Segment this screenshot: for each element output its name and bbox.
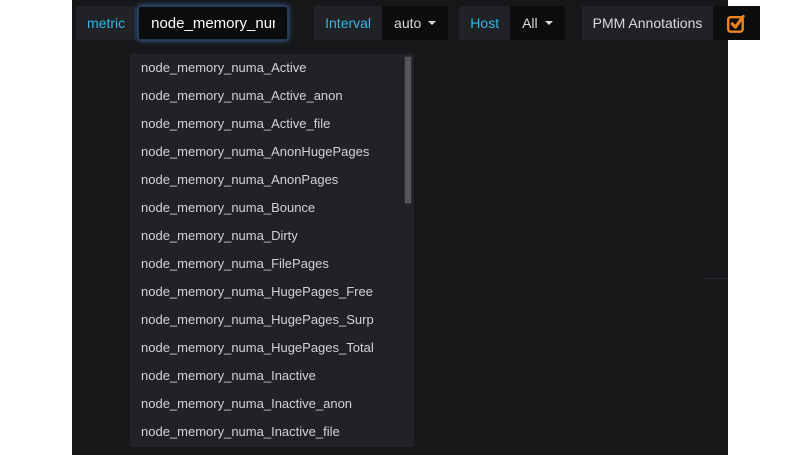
metric-suggestion-list: node_memory_numa_Active node_memory_numa… xyxy=(130,54,414,446)
metric-variable-group: metric xyxy=(76,6,288,40)
chevron-down-icon xyxy=(545,21,553,25)
metric-autocomplete-dropdown: node_memory_numa_Active node_memory_numa… xyxy=(130,54,414,447)
metric-suggestion-item[interactable]: node_memory_numa_FilePages xyxy=(130,250,414,278)
interval-label: Interval xyxy=(314,6,382,40)
metric-suggestion-item[interactable]: node_memory_numa_Dirty xyxy=(130,222,414,250)
metric-suggestion-item[interactable]: node_memory_numa_AnonPages xyxy=(130,166,414,194)
metric-suggestion-item[interactable]: node_memory_numa_HugePages_Free xyxy=(130,278,414,306)
interval-value: auto xyxy=(394,15,421,31)
metric-suggestion-item[interactable]: node_memory_numa_AnonHugePages xyxy=(130,138,414,166)
host-value: All xyxy=(522,15,538,31)
host-select[interactable]: All xyxy=(510,6,565,40)
metric-suggestion-item[interactable]: node_memory_numa_Active_file xyxy=(130,110,414,138)
metric-label: metric xyxy=(76,6,136,40)
metric-suggestion-item[interactable]: node_memory_numa_Active xyxy=(130,54,414,82)
host-label: Host xyxy=(459,6,510,40)
chevron-down-icon xyxy=(428,21,436,25)
metric-suggestion-item[interactable]: node_memory_numa_Inactive_anon xyxy=(130,390,414,418)
pmm-annotations-group: PMM Annotations xyxy=(582,6,761,40)
checked-checkbox-icon xyxy=(726,13,747,34)
metric-suggestion-item[interactable]: node_memory_numa_HugePages_Surp xyxy=(130,306,414,334)
metric-suggestion-item[interactable]: node_memory_numa_Inactive xyxy=(130,362,414,390)
metric-suggestion-item[interactable]: node_memory_numa_Active_anon xyxy=(130,82,414,110)
metric-suggestion-item[interactable]: node_memory_numa_HugePages_Total xyxy=(130,334,414,362)
metric-input[interactable] xyxy=(138,6,288,40)
interval-variable-group: Interval auto xyxy=(314,6,448,40)
panel-border-fragment xyxy=(702,278,728,279)
metric-suggestion-item[interactable]: node_memory_numa_Bounce xyxy=(130,194,414,222)
dropdown-scrollbar-thumb[interactable] xyxy=(404,56,412,204)
pmm-annotations-label: PMM Annotations xyxy=(582,6,714,40)
metric-suggestion-item[interactable]: node_memory_numa_Inactive_file xyxy=(130,418,414,446)
interval-select[interactable]: auto xyxy=(382,6,448,40)
template-variables-toolbar: metric Interval auto Host All PMM Annota… xyxy=(76,6,724,40)
dropdown-scrollbar-track[interactable] xyxy=(404,54,412,447)
host-variable-group: Host All xyxy=(459,6,564,40)
dashboard-canvas: metric Interval auto Host All PMM Annota… xyxy=(72,0,728,455)
pmm-annotations-checkbox[interactable] xyxy=(713,6,760,40)
